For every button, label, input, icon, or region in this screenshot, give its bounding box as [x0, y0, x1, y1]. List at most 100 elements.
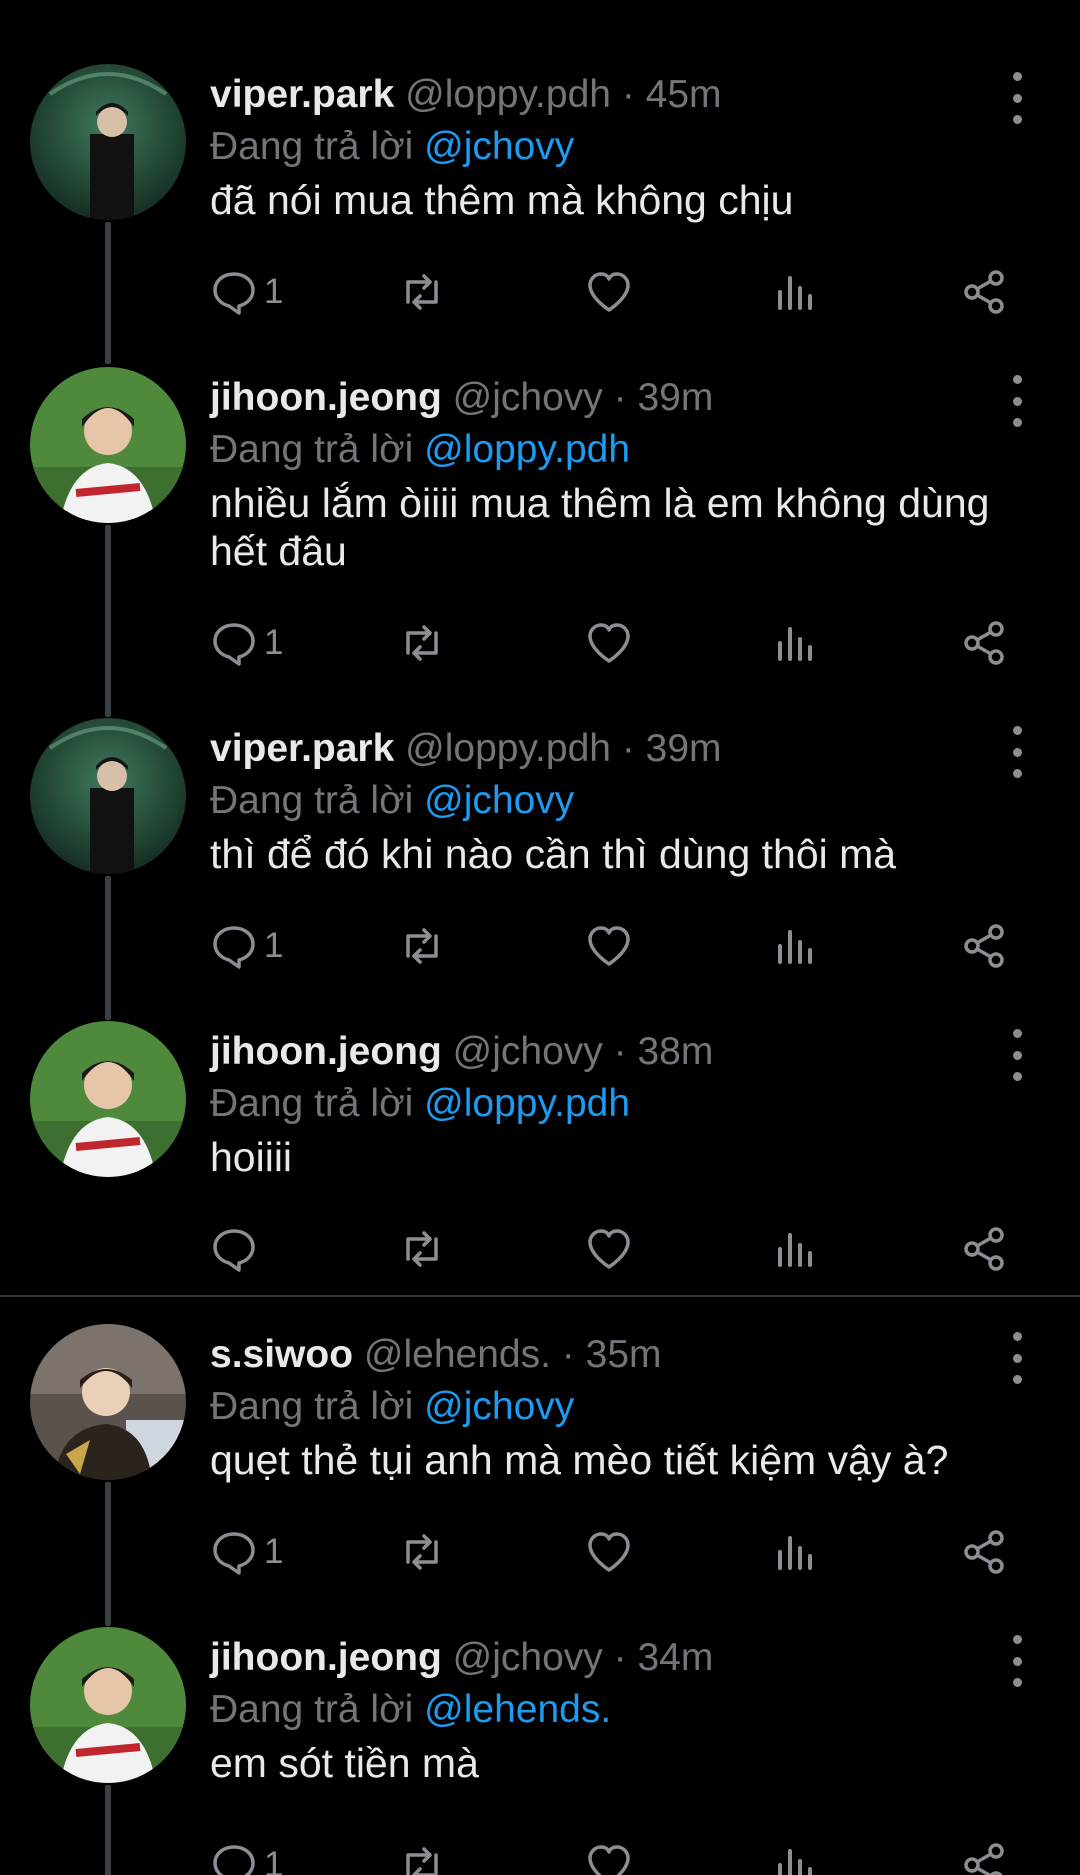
mention-link[interactable]: @jchovy [424, 1385, 574, 1428]
tweet[interactable]: viper.park @loppy.pdh · 45m Đang trả lời… [0, 64, 1080, 364]
like-button[interactable] [585, 1835, 633, 1875]
more-options-icon[interactable] [1005, 72, 1029, 124]
tweet[interactable]: viper.park @loppy.pdh · 39m Đang trả lời… [0, 718, 1080, 1020]
tweet-text: em sót tiền mà [210, 1740, 479, 1786]
share-button[interactable] [960, 1522, 1008, 1582]
avatar[interactable] [30, 1627, 186, 1783]
repost-button[interactable] [398, 1522, 446, 1582]
repost-button[interactable] [398, 613, 446, 673]
like-button[interactable] [585, 613, 633, 673]
share-icon [964, 621, 1004, 665]
views-button[interactable] [772, 916, 820, 976]
reply-button[interactable]: 1 [210, 916, 283, 976]
separator-dot: · [613, 1636, 627, 1679]
reply-count: 1 [264, 272, 284, 311]
heart-icon [588, 272, 630, 312]
repost-icon [406, 1231, 438, 1267]
more-options-icon[interactable] [1005, 1332, 1029, 1384]
like-button[interactable] [585, 262, 633, 322]
tweet[interactable]: jihoon.jeong @jchovy · 34m Đang trả lời … [0, 1627, 1080, 1875]
more-options-icon[interactable] [1005, 726, 1029, 778]
views-button[interactable] [772, 1835, 820, 1875]
user-handle[interactable]: @lehends. [364, 1333, 551, 1376]
mention-link[interactable]: @jchovy [424, 125, 574, 168]
more-options-icon[interactable] [1005, 375, 1029, 427]
like-button[interactable] [585, 1522, 633, 1582]
avatar[interactable] [30, 1324, 186, 1480]
repost-button[interactable] [398, 916, 446, 976]
views-button[interactable] [772, 1219, 820, 1279]
repost-button[interactable] [398, 1219, 446, 1279]
user-handle[interactable]: @jchovy [453, 1030, 603, 1073]
share-icon [964, 924, 1004, 968]
user-handle[interactable]: @loppy.pdh [405, 727, 611, 770]
reply-icon [213, 926, 255, 969]
replying-to: Đang trả lời @jchovy [210, 1382, 574, 1432]
share-button[interactable] [960, 262, 1008, 322]
thread-divider [0, 1295, 1080, 1297]
display-name[interactable]: s.siwoo [210, 1333, 353, 1376]
display-name[interactable]: jihoon.jeong [210, 376, 442, 419]
views-button[interactable] [772, 1522, 820, 1582]
mention-link[interactable]: @lehends. [424, 1688, 611, 1731]
tweet-text: quẹt thẻ tụi anh mà mèo tiết kiệm vậy à? [210, 1437, 949, 1483]
avatar[interactable] [30, 718, 186, 874]
mention-link[interactable]: @loppy.pdh [424, 1082, 630, 1125]
mention-link[interactable]: @jchovy [424, 779, 574, 822]
views-button[interactable] [772, 262, 820, 322]
thread-line [105, 1482, 111, 1626]
repost-button[interactable] [398, 262, 446, 322]
reply-button[interactable] [210, 1219, 264, 1279]
timestamp[interactable]: 39m [646, 727, 722, 770]
user-handle[interactable]: @loppy.pdh [405, 73, 611, 116]
views-icon [778, 1233, 812, 1267]
timestamp[interactable]: 35m [586, 1333, 662, 1376]
display-name[interactable]: jihoon.jeong [210, 1030, 442, 1073]
views-icon [778, 930, 812, 964]
tweet[interactable]: jihoon.jeong @jchovy · 39m Đang trả lời … [0, 367, 1080, 717]
reply-count: 1 [264, 926, 284, 965]
replying-to: Đang trả lời @lehends. [210, 1685, 611, 1735]
replying-to: Đang trả lời @jchovy [210, 776, 574, 826]
heart-icon [588, 623, 630, 663]
reply-button[interactable]: 1 [210, 262, 283, 322]
avatar[interactable] [30, 1021, 186, 1177]
display-name[interactable]: jihoon.jeong [210, 1636, 442, 1679]
tweet-text: đã nói mua thêm mà không chịu [210, 177, 794, 223]
timestamp[interactable]: 38m [637, 1030, 713, 1073]
avatar[interactable] [30, 64, 186, 220]
replying-to-label: Đang trả lời [210, 779, 414, 822]
display-name[interactable]: viper.park [210, 727, 394, 770]
display-name[interactable]: viper.park [210, 73, 394, 116]
separator-dot: · [621, 73, 635, 116]
repost-button[interactable] [398, 1835, 446, 1875]
jihoon-avatar-photo [30, 1627, 186, 1783]
like-button[interactable] [585, 916, 633, 976]
replying-to-label: Đang trả lời [210, 125, 414, 168]
more-options-icon[interactable] [1005, 1029, 1029, 1081]
viper-avatar-photo [30, 64, 186, 220]
share-button[interactable] [960, 613, 1008, 673]
tweet[interactable]: jihoon.jeong @jchovy · 38m Đang trả lời … [0, 1021, 1080, 1291]
repost-icon [406, 928, 438, 964]
user-handle[interactable]: @jchovy [453, 1636, 603, 1679]
share-button[interactable] [960, 1835, 1008, 1875]
views-button[interactable] [772, 613, 820, 673]
timestamp[interactable]: 34m [637, 1636, 713, 1679]
timestamp[interactable]: 39m [637, 376, 713, 419]
reply-button[interactable]: 1 [210, 1522, 283, 1582]
share-button[interactable] [960, 916, 1008, 976]
avatar[interactable] [30, 367, 186, 523]
action-bar: 1 [210, 1522, 1010, 1582]
reply-button[interactable]: 1 [210, 1835, 283, 1875]
share-button[interactable] [960, 1219, 1008, 1279]
reply-button[interactable]: 1 [210, 613, 283, 673]
timestamp[interactable]: 45m [646, 73, 722, 116]
more-options-icon[interactable] [1005, 1635, 1029, 1687]
reply-count: 1 [264, 623, 284, 662]
tweet[interactable]: s.siwoo @lehends. · 35m Đang trả lời @jc… [0, 1324, 1080, 1626]
mention-link[interactable]: @loppy.pdh [424, 428, 630, 471]
user-handle[interactable]: @jchovy [453, 376, 603, 419]
like-button[interactable] [585, 1219, 633, 1279]
thread-line [105, 1785, 111, 1875]
